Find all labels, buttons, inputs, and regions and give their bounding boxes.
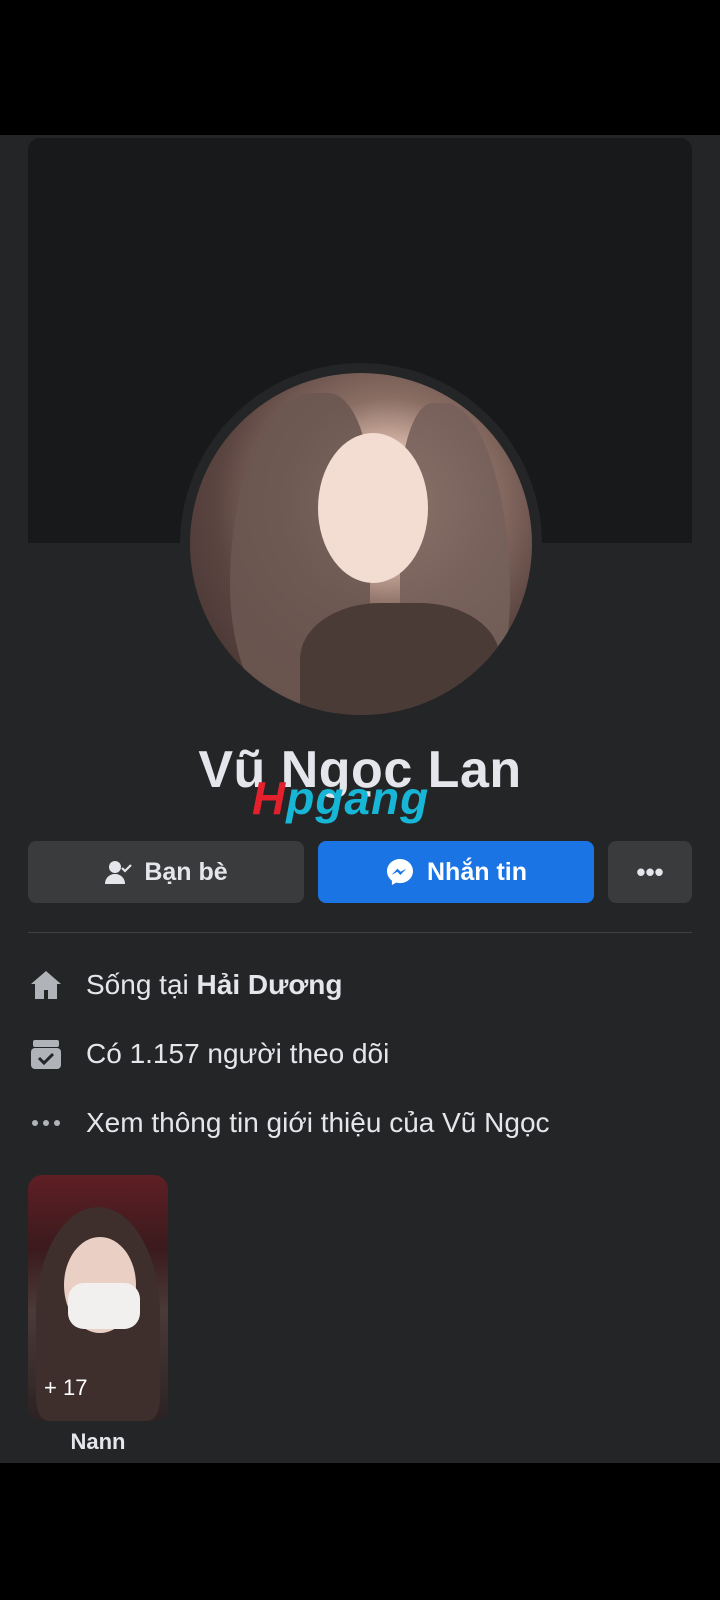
lives-in-row: Sống tại Hải Dương — [28, 960, 343, 1010]
message-button[interactable]: Nhắn tin — [318, 841, 594, 903]
profile-page: Vũ Ngọc Lan Hpgang Bạn bè Nhắn tin ••• S… — [0, 135, 720, 1463]
watermark-part1: H — [252, 772, 287, 824]
more-options-button[interactable]: ••• — [608, 841, 692, 903]
friends-button-label: Bạn bè — [144, 857, 228, 886]
friend-card[interactable]: + 17 — [28, 1175, 168, 1421]
see-about-text: Xem thông tin giới thiệu của Vũ Ngọc — [86, 1107, 550, 1138]
followers-row[interactable]: Có 1.157 người theo dõi — [28, 1029, 389, 1079]
avatar-shirt — [300, 603, 500, 715]
home-icon — [28, 969, 64, 1001]
see-about-row[interactable]: Xem thông tin giới thiệu của Vũ Ngọc — [28, 1098, 550, 1148]
friend-photo-mask — [68, 1283, 140, 1329]
followers-icon — [28, 1037, 64, 1071]
watermark-part2: pgang — [286, 772, 430, 824]
followers-text: Có 1.157 người theo dõi — [86, 1038, 390, 1069]
messenger-icon — [385, 857, 415, 887]
more-horizontal-icon — [28, 1118, 64, 1128]
more-dots-icon: ••• — [636, 856, 664, 887]
lives-in-place[interactable]: Hải Dương — [197, 969, 343, 1001]
watermark: Hpgang — [252, 771, 429, 825]
avatar-face — [318, 433, 428, 583]
divider — [28, 932, 692, 933]
friend-name[interactable]: Nann — [28, 1429, 168, 1455]
lives-in-prefix: Sống tại — [86, 969, 189, 1000]
profile-avatar[interactable] — [190, 373, 532, 715]
friend-count-badge: + 17 — [44, 1375, 88, 1400]
friends-button[interactable]: Bạn bè — [28, 841, 304, 903]
friend-check-icon — [104, 858, 133, 886]
message-button-label: Nhắn tin — [427, 857, 527, 886]
